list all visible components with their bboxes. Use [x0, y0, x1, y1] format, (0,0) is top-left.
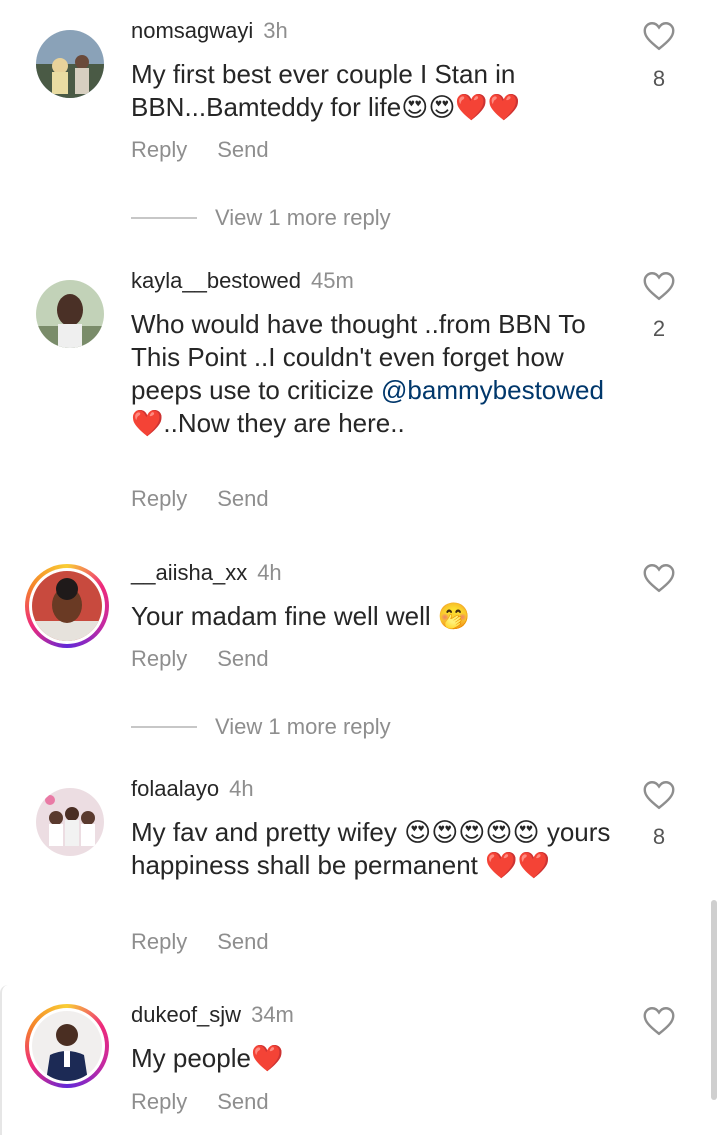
view-more-replies-label: View 1 more reply: [215, 205, 391, 230]
avatar-photo: [36, 788, 104, 856]
comment-actions: Reply Send: [131, 646, 269, 672]
divider-line: [131, 726, 197, 728]
reply-button[interactable]: Reply: [131, 486, 187, 512]
comment-text: Who would have thought ..from BBN To Thi…: [131, 308, 611, 440]
comment-meta: __aiisha_xx 4h: [131, 560, 282, 586]
heart-outline-icon: [643, 564, 675, 593]
comment-text: Your madam fine well well 🤭: [131, 601, 471, 631]
avatar-photo: [32, 571, 102, 641]
like-button[interactable]: [641, 560, 677, 596]
avatar: [32, 571, 102, 641]
send-button[interactable]: Send: [217, 137, 268, 163]
username[interactable]: folaalayo: [131, 776, 219, 801]
send-button[interactable]: Send: [217, 929, 268, 955]
timestamp: 3h: [263, 18, 288, 43]
mention-link[interactable]: @bammybestowed: [381, 375, 604, 405]
avatar[interactable]: [36, 30, 104, 98]
reply-button[interactable]: Reply: [131, 137, 187, 163]
reply-button[interactable]: Reply: [131, 929, 187, 955]
like-button[interactable]: [641, 1003, 677, 1039]
like-count: 8: [652, 66, 666, 91]
scrollbar[interactable]: [711, 900, 717, 1100]
avatar-story-ring[interactable]: [25, 564, 109, 648]
avatar[interactable]: [36, 280, 104, 348]
avatar: [32, 1011, 102, 1081]
reply-button[interactable]: Reply: [131, 1089, 187, 1115]
comment-meta: nomsagwayi 3h: [131, 18, 288, 44]
timestamp: 45m: [311, 268, 354, 293]
comment-text: My people❤️: [131, 1043, 284, 1073]
send-button[interactable]: Send: [217, 646, 268, 672]
avatar[interactable]: [36, 788, 104, 856]
comment-meta: folaalayo 4h: [131, 776, 254, 802]
sheet-edge: [0, 985, 10, 1135]
view-more-replies[interactable]: View 1 more reply: [131, 714, 391, 740]
like-button[interactable]: [641, 18, 677, 54]
avatar-story-ring[interactable]: [25, 1004, 109, 1088]
heart-outline-icon: [643, 781, 675, 810]
reply-button[interactable]: Reply: [131, 646, 187, 672]
avatar-photo: [36, 30, 104, 98]
avatar-photo: [32, 1011, 102, 1081]
send-button[interactable]: Send: [217, 1089, 268, 1115]
comment-actions: Reply Send: [131, 1089, 269, 1115]
like-count: 8: [652, 824, 666, 849]
like-count: 2: [652, 316, 666, 341]
username[interactable]: dukeof_sjw: [131, 1002, 241, 1027]
timestamp: 4h: [229, 776, 254, 801]
send-button[interactable]: Send: [217, 486, 268, 512]
comment-actions: Reply Send: [131, 929, 269, 955]
username[interactable]: kayla__bestowed: [131, 268, 301, 293]
timestamp: 4h: [257, 560, 282, 585]
comment-text-part: ❤️..Now they are here..: [131, 408, 405, 438]
like-button[interactable]: [641, 777, 677, 813]
heart-outline-icon: [643, 272, 675, 301]
comment-actions: Reply Send: [131, 486, 269, 512]
view-more-replies-label: View 1 more reply: [215, 714, 391, 739]
heart-outline-icon: [643, 22, 675, 51]
timestamp: 34m: [251, 1002, 294, 1027]
comment-text: My fav and pretty wifey 😍😍😍😍😍 yours happ…: [131, 817, 611, 880]
view-more-replies[interactable]: View 1 more reply: [131, 205, 391, 231]
avatar-photo: [36, 280, 104, 348]
like-button[interactable]: [641, 268, 677, 304]
comment-meta: kayla__bestowed 45m: [131, 268, 354, 294]
comment-meta: dukeof_sjw 34m: [131, 1002, 294, 1028]
username[interactable]: nomsagwayi: [131, 18, 253, 43]
comment-actions: Reply Send: [131, 137, 269, 163]
heart-outline-icon: [643, 1007, 675, 1036]
username[interactable]: __aiisha_xx: [131, 560, 247, 585]
comment-text: My first best ever couple I Stan in BBN.…: [131, 59, 521, 122]
divider-line: [131, 217, 197, 219]
